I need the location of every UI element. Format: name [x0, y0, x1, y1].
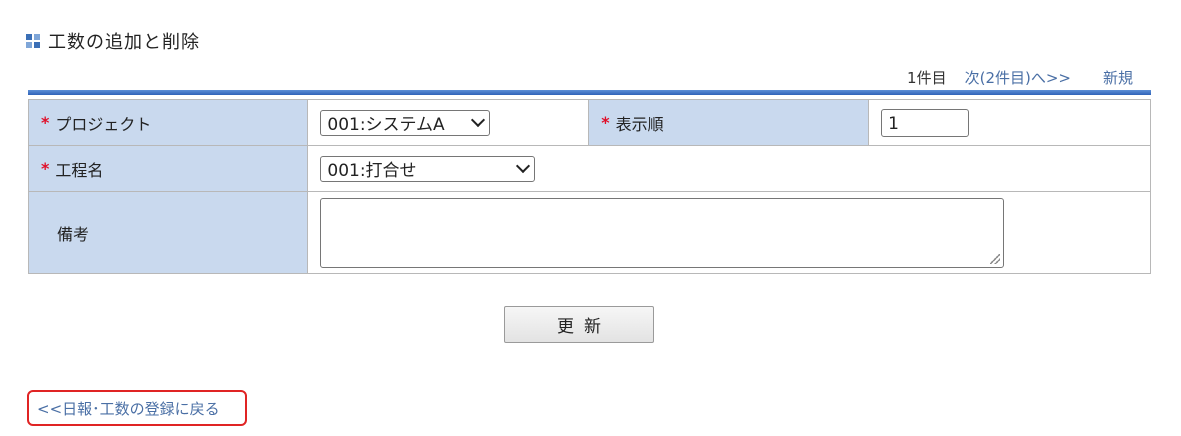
notes-label-cell: 備考 [27, 191, 309, 274]
edit-form-table: * プロジェクト 001:システムA * 表示順 1 * 工程名 001:打合せ… [27, 99, 1151, 274]
display-order-value-cell: 1 [868, 99, 1151, 146]
display-order-input[interactable]: 1 [881, 108, 970, 137]
pager-next-link[interactable]: 次(2件目)へ>> [965, 67, 1071, 88]
display-order-label-cell: * 表示順 [588, 99, 870, 146]
project-label-cell: * プロジェクト [27, 99, 309, 146]
process-select[interactable]: 001:打合せ [320, 155, 536, 182]
chevron-down-icon [516, 158, 531, 174]
form-row-process: * 工程名 001:打合せ [27, 145, 1151, 192]
required-mark: * [601, 113, 610, 132]
pager: 1件目 次(2件目)へ>> 新規 [907, 67, 1133, 88]
project-select-value: 001:システムA [327, 115, 445, 135]
notes-label: 備考 [57, 224, 90, 244]
notes-value-cell [307, 191, 1151, 274]
update-button[interactable]: 更新 [504, 306, 654, 343]
header-bar [28, 90, 1151, 95]
pager-current: 1件目 [907, 69, 947, 87]
resize-handle-icon[interactable] [990, 253, 1001, 264]
chevron-down-icon [471, 112, 486, 128]
project-select[interactable]: 001:システムA [320, 109, 491, 136]
process-value-cell: 001:打合せ [307, 145, 1151, 192]
back-link-highlight: <<日報･工数の登録に戻る [27, 390, 247, 426]
display-order-label: 表示順 [615, 114, 664, 134]
page: 工数の追加と削除 1件目 次(2件目)へ>> 新規 * プロジェクト 001:シ… [0, 0, 1181, 436]
required-mark: * [41, 159, 50, 178]
process-select-value: 001:打合せ [327, 161, 417, 181]
project-label: プロジェクト [55, 114, 152, 134]
notes-textarea[interactable] [320, 197, 1005, 268]
back-to-daily-report-link[interactable]: <<日報･工数の登録に戻る [37, 398, 220, 419]
process-label-cell: * 工程名 [27, 145, 309, 192]
new-link[interactable]: 新規 [1103, 67, 1133, 88]
form-row-project: * プロジェクト 001:システムA * 表示順 1 [27, 99, 1151, 146]
required-mark: * [41, 113, 50, 132]
page-title-text: 工数の追加と削除 [48, 32, 200, 53]
page-title: 工数の追加と削除 [26, 28, 200, 54]
process-label: 工程名 [55, 160, 104, 180]
form-row-notes: 備考 [27, 191, 1151, 274]
grid-icon [26, 34, 40, 48]
project-value-cell: 001:システムA [307, 99, 590, 146]
